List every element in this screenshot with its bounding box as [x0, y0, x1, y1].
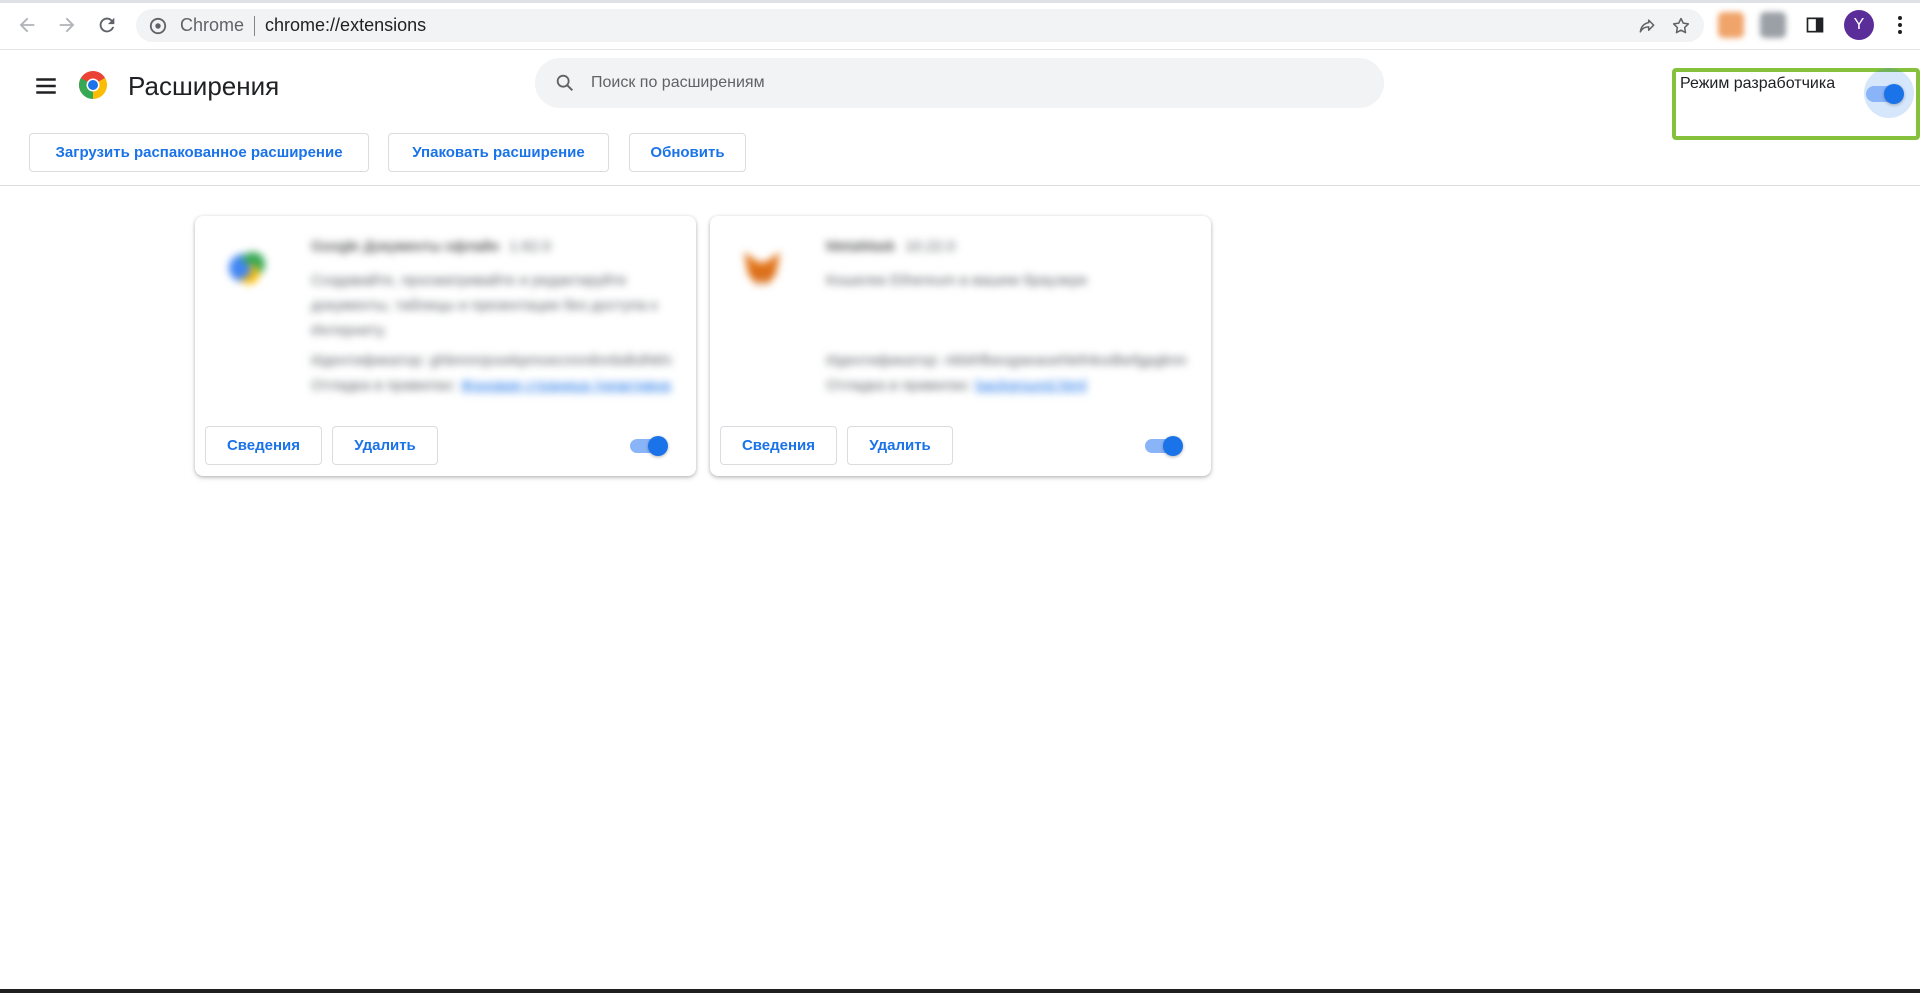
search-input[interactable]: [591, 74, 1351, 92]
arrow-right-icon: [59, 17, 75, 33]
extensions-puzzle-icon[interactable]: [1760, 12, 1786, 38]
arrow-left-icon: [19, 17, 35, 33]
reload-icon: [99, 17, 115, 33]
details-button[interactable]: Сведения: [205, 426, 322, 465]
load-unpacked-button[interactable]: Загрузить распакованное расширение: [29, 133, 369, 172]
developer-mode-label: Режим разработчика: [1680, 75, 1836, 92]
address-bar[interactable]: Chrome chrome://extensions: [136, 9, 1704, 42]
hamburger-menu-button[interactable]: [30, 70, 62, 102]
pack-extension-button[interactable]: Упаковать расширение: [388, 133, 609, 172]
developer-mode-toggle[interactable]: [1864, 68, 1914, 118]
extension-name: MetaMask: [826, 238, 896, 255]
inspect-views-label: Отладка в правилах: [311, 377, 453, 394]
browser-toolbar: Chrome chrome://extensions Y: [0, 0, 1920, 50]
toolbar-right-icons: Y: [1718, 10, 1910, 40]
metamask-fox-icon: [738, 244, 786, 292]
inspect-views-link[interactable]: Фоновая страница (неактивна): [461, 377, 671, 394]
extensions-search[interactable]: [535, 58, 1384, 108]
side-panel-icon[interactable]: [1802, 12, 1828, 38]
toggle-knob: [648, 436, 668, 456]
extension-description: Создавайте, просматривайте и редактируйт…: [311, 272, 658, 339]
metamask-toolbar-icon[interactable]: [1718, 12, 1744, 38]
extension-enable-toggle[interactable]: [1143, 434, 1187, 458]
site-name: Chrome: [180, 15, 245, 35]
taskbar-edge: [0, 989, 1920, 993]
toggle-knob: [1884, 84, 1904, 104]
share-icon[interactable]: [1634, 13, 1660, 39]
forward-button[interactable]: [52, 10, 82, 40]
remove-button[interactable]: Удалить: [332, 426, 438, 465]
profile-avatar[interactable]: Y: [1844, 10, 1874, 40]
address-separator: [254, 15, 256, 36]
tabstrip-edge: [0, 0, 1920, 3]
remove-button[interactable]: Удалить: [847, 426, 953, 465]
reload-button[interactable]: [92, 10, 122, 40]
details-button[interactable]: Сведения: [720, 426, 837, 465]
search-icon: [553, 71, 577, 95]
bookmark-star-icon[interactable]: [1668, 13, 1694, 39]
extension-version: 1.62.0: [509, 238, 551, 255]
extension-enable-toggle[interactable]: [628, 434, 672, 458]
extension-description: Кошелек Ethereum в вашем браузере: [826, 272, 1088, 289]
hamburger-icon: [36, 78, 56, 94]
extension-name: Google Документы офлайн: [311, 238, 500, 255]
url-text[interactable]: chrome://extensions: [265, 15, 426, 36]
extensions-header: Расширения Режим разработчика Загрузить …: [0, 50, 1920, 186]
page-title: Расширения: [128, 71, 280, 101]
extension-card: Google Документы офлайн 1.62.0 Создавайте…: [195, 216, 696, 476]
extension-id: Идентификатор: ghbmnnjooekpmoecnnnilnnbd…: [311, 352, 671, 369]
chrome-site-icon: [148, 16, 168, 36]
kebab-menu-icon[interactable]: [1890, 12, 1910, 38]
back-button[interactable]: [12, 10, 42, 40]
inspect-views-label: Отладка в правилах: [826, 377, 968, 394]
extension-version: 10.22.0: [905, 238, 956, 255]
google-docs-offline-icon: [223, 244, 271, 292]
chrome-logo-icon: [78, 70, 108, 100]
toggle-knob: [1163, 436, 1183, 456]
extension-card: MetaMask 10.22.0 Кошелек Ethereum в вашем…: [710, 216, 1211, 476]
update-button[interactable]: Обновить: [629, 133, 746, 172]
inspect-views-link[interactable]: background.html: [976, 377, 1087, 394]
extension-id: Идентификатор: nkbihfbeogaeaoehlefnkodbe…: [826, 352, 1186, 369]
